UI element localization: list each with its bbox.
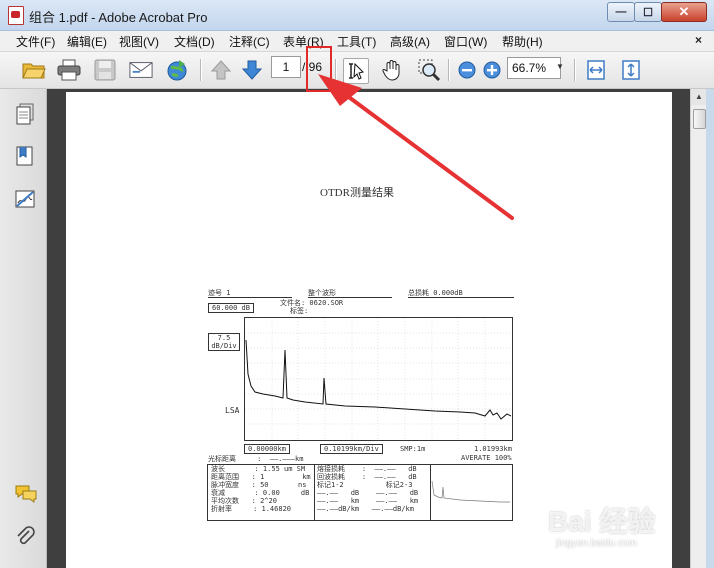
comments-icon[interactable] xyxy=(14,483,37,505)
navigation-pane xyxy=(0,89,47,568)
menu-document[interactable]: 文档(D) xyxy=(174,33,215,50)
menu-advanced[interactable]: 高级(A) xyxy=(390,33,430,50)
open-folder-icon[interactable] xyxy=(22,58,46,82)
window-border xyxy=(706,89,714,568)
underline xyxy=(408,297,514,298)
toolbar-separator xyxy=(574,59,575,81)
menu-file[interactable]: 文件(F) xyxy=(16,33,55,50)
menu-bar: 文件(F) 编辑(E) 视图(V) 文档(D) 注释(C) 表单(R) 工具(T… xyxy=(0,31,714,52)
email-icon[interactable] xyxy=(129,58,153,82)
toolbar-separator xyxy=(200,59,201,81)
scroll-thumb[interactable] xyxy=(693,109,706,129)
save-icon[interactable] xyxy=(93,58,117,82)
param-marker-distance: ——.—— km ——.—— km xyxy=(317,497,419,505)
print-icon[interactable] xyxy=(57,58,81,82)
document-close-icon[interactable]: × xyxy=(695,33,702,47)
menu-view[interactable]: 视图(V) xyxy=(119,33,159,50)
cursor-division-box: 0.10199km/Div xyxy=(320,444,383,454)
param-refractive-index: 折射率 : 1.46820 xyxy=(211,505,292,513)
watermark-url: jingyan.baidu.com xyxy=(556,538,637,549)
param-marker-header: 标记1-2 标记2-3 xyxy=(317,481,413,489)
vertical-scrollbar[interactable]: ▲ xyxy=(690,89,707,568)
zoom-dropdown-icon[interactable]: ▼ xyxy=(556,62,564,71)
lsa-label: LSA xyxy=(225,406,240,415)
averaging-label: AVERATE 100% xyxy=(461,454,512,462)
fit-width-icon[interactable] xyxy=(584,58,608,82)
param-wavelength: 波长 : 1.55 um SM xyxy=(211,465,306,473)
app-window: 组合 1.pdf - Adobe Acrobat Pro — ☐ ✕ 文件(F)… xyxy=(0,0,714,568)
bookmarks-icon[interactable] xyxy=(14,145,36,167)
menu-help[interactable]: 帮助(H) xyxy=(502,33,543,50)
next-page-icon[interactable] xyxy=(240,58,264,82)
signatures-icon[interactable] xyxy=(14,188,36,210)
maximize-button[interactable]: ☐ xyxy=(634,2,662,22)
window-title: 组合 1.pdf - Adobe Acrobat Pro xyxy=(29,10,208,25)
param-average-count: 平均次数 : 2^20 xyxy=(211,497,277,505)
baidu-watermark: Bai 经验 jingyan.baidu.com xyxy=(538,500,708,560)
watermark-text: Bai 经验 xyxy=(548,506,656,537)
end-distance-label: 1.01993km xyxy=(474,445,512,453)
fit-page-icon[interactable] xyxy=(619,58,643,82)
otdr-trace-svg xyxy=(245,318,512,440)
param-marker-loss: ——.—— dB ——.—— dB xyxy=(317,489,419,497)
sampling-label: SMP:1m xyxy=(400,445,426,453)
pages-icon[interactable] xyxy=(14,103,36,125)
param-attenuation: 衰减 : 0.00 dB xyxy=(211,489,310,497)
param-range: 距离范围 : 1 km xyxy=(211,473,311,481)
scale-box: 7.5 dB/Div xyxy=(208,333,240,351)
param-return-loss: 回波损耗 : ——.—— dB xyxy=(317,473,417,481)
annotation-arrow-icon xyxy=(318,74,514,220)
minimize-button[interactable]: — xyxy=(607,2,635,22)
previous-page-icon[interactable] xyxy=(209,58,233,82)
page-number-input[interactable]: 1 xyxy=(271,56,301,78)
parameter-list-right: 熔接损耗 : ——.—— dB 回波损耗 : ——.—— dB 标记1-2 标记… xyxy=(317,465,418,513)
attachments-icon[interactable] xyxy=(14,526,36,548)
scroll-up-icon[interactable]: ▲ xyxy=(691,89,707,105)
param-pulse-width: 脉冲宽度 : 50 ns xyxy=(211,481,307,489)
parameter-list-left: 波长 : 1.55 um SM 距离范围 : 1 km 脉冲宽度 : 50 ns… xyxy=(211,465,311,513)
menu-window[interactable]: 窗口(W) xyxy=(444,33,487,50)
mini-trace-thumbnail xyxy=(430,475,512,505)
menu-tools[interactable]: 工具(T) xyxy=(337,33,376,50)
collaborate-globe-icon[interactable] xyxy=(165,58,189,82)
otdr-trace-chart xyxy=(244,317,513,441)
pdf-app-icon xyxy=(8,6,24,25)
cursor-distance-row: 光标距离 : ——.———km xyxy=(208,455,304,463)
param-marker-slope: ——.——dB/km ——.——dB/km xyxy=(317,505,414,513)
close-button[interactable]: ✕ xyxy=(661,2,707,22)
reference-level-box: 60.000 dB xyxy=(208,303,254,313)
cursor-start-box: 0.00000km xyxy=(244,444,290,454)
param-splice-loss: 熔接损耗 : ——.—— dB xyxy=(317,465,417,473)
menu-comments[interactable]: 注释(C) xyxy=(229,33,270,50)
menu-edit[interactable]: 编辑(E) xyxy=(67,33,107,50)
title-bar: 组合 1.pdf - Adobe Acrobat Pro — ☐ ✕ xyxy=(0,0,714,31)
mark-label: 标签: xyxy=(290,307,309,315)
